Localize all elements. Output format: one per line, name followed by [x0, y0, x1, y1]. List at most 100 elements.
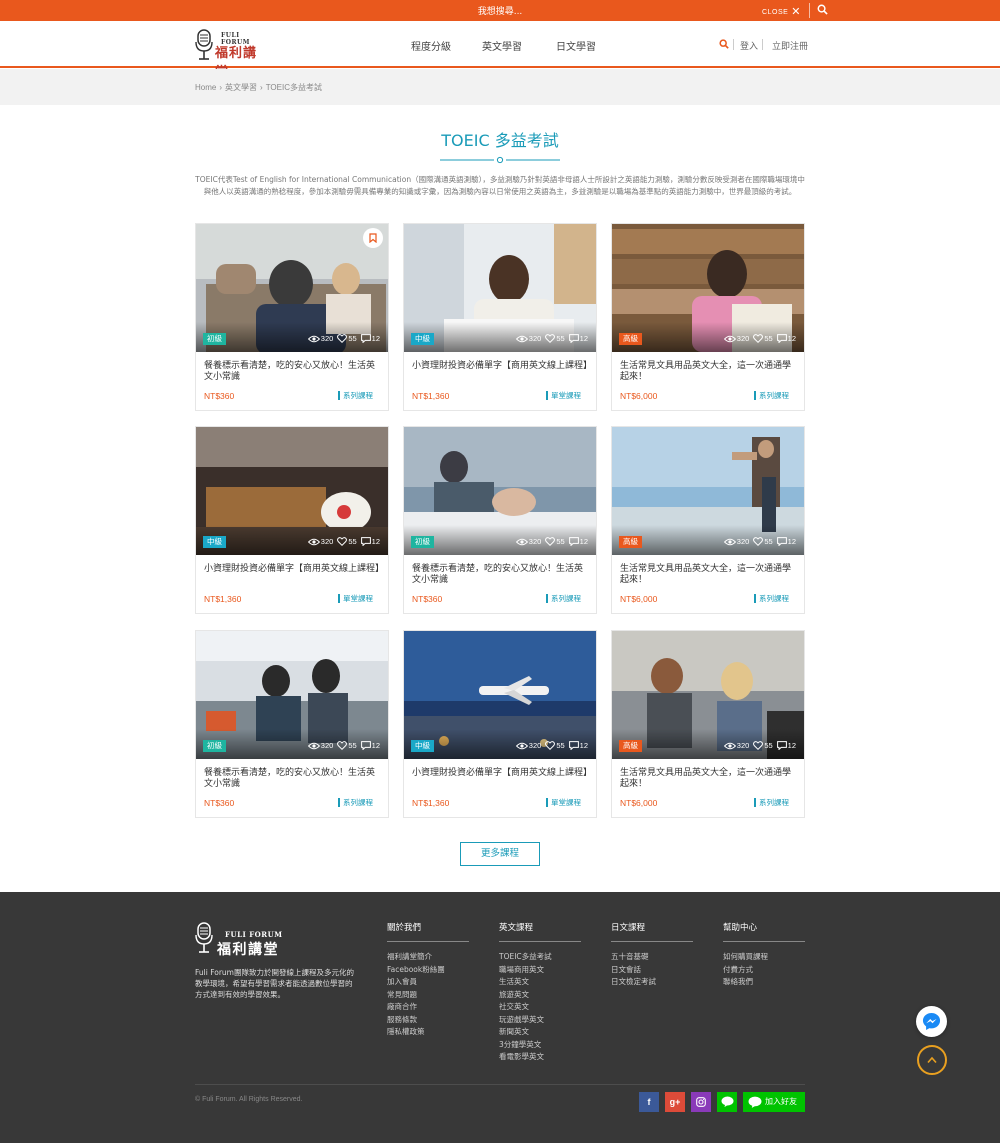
footer-link[interactable]: 日文會話 [611, 964, 693, 977]
footer-link[interactable]: 3分鐘學英文 [499, 1039, 581, 1052]
level-badge: 高級 [619, 333, 642, 345]
course-card[interactable]: 中級 320 55 12 小資理財投資必備單字【商用英文線上課程】 NT$1,360 單堂課… [195, 426, 389, 614]
microphone-icon [195, 29, 213, 60]
nav-english[interactable]: 英文學習 [482, 38, 522, 53]
nav-japanese[interactable]: 日文學習 [556, 38, 596, 53]
breadcrumb-english[interactable]: 英文學習 [225, 83, 257, 92]
level-badge: 中級 [411, 740, 434, 752]
heart-icon [337, 741, 348, 751]
footer-link[interactable]: 加入會員 [387, 976, 469, 989]
course-title[interactable]: 生活常見文具用品英文大全，這一次通通學起來！ [620, 564, 796, 586]
back-to-top-button[interactable] [917, 1045, 947, 1075]
close-search-button[interactable]: CLOSE ✕ [762, 5, 801, 18]
messenger-icon[interactable] [916, 1006, 947, 1037]
header-divider [762, 39, 763, 50]
search-icon[interactable] [817, 4, 828, 15]
course-title[interactable]: 餐養標示看清楚，吃的安心又放心！生活英文小常識 [412, 564, 588, 586]
eye-icon [515, 335, 528, 343]
footer-logo[interactable]: FULI FORUM 福利講堂 [195, 919, 285, 958]
course-title[interactable]: 小資理財投資必備單字【商用英文線上課程】 [412, 768, 592, 779]
footer-column-title: 日文課程 [611, 921, 693, 942]
footer-link[interactable]: 新聞英文 [499, 1026, 581, 1039]
level-badge: 初級 [203, 740, 226, 752]
line-add-friend-button[interactable]: 加入好友 [743, 1092, 805, 1112]
level-badge: 初級 [203, 333, 226, 345]
comment-count: 12 [371, 334, 380, 343]
bookmark-button[interactable] [363, 228, 383, 248]
course-card[interactable]: 高級 320 55 12 生活常見文具用品英文大全，這一次通通學起來！ NT$6,000 系… [611, 223, 805, 411]
top-search-bar: 我想搜尋... CLOSE ✕ [0, 0, 1000, 21]
line-icon[interactable] [717, 1092, 737, 1112]
footer-link[interactable]: 福利講堂簡介 [387, 951, 469, 964]
course-stats: 320 55 12 [307, 536, 380, 548]
breadcrumb-separator: › [260, 83, 263, 92]
eye-icon [515, 742, 528, 750]
course-card[interactable]: 中級 320 55 12 小資理財投資必備單字【商用英文線上課程】 NT$1,360 單堂課… [403, 630, 597, 818]
course-stats: 320 55 12 [307, 333, 380, 345]
login-link[interactable]: 登入 [740, 39, 758, 52]
instagram-icon[interactable] [691, 1092, 711, 1112]
course-price: NT$6,000 [620, 391, 658, 401]
footer-link[interactable]: 生活英文 [499, 976, 581, 989]
course-card[interactable]: 初級 320 55 12 餐養標示看清楚，吃的安心又放心！生活英文小常識 NT$360 系列… [403, 426, 597, 614]
footer-link[interactable]: 如何購買課程 [723, 951, 805, 964]
course-card[interactable]: 初級 320 55 12 餐養標示看清楚，吃的安心又放心！生活英文小常識 NT$360 系列… [195, 223, 389, 411]
footer-divider [195, 1084, 805, 1085]
course-type-tag: 系列課程 [546, 594, 581, 603]
course-stats: 320 55 12 [307, 740, 380, 752]
course-price: NT$360 [204, 798, 235, 808]
footer-link[interactable]: 聯絡我們 [723, 976, 805, 989]
comment-icon [568, 334, 579, 344]
comment-icon [776, 741, 787, 751]
course-title[interactable]: 生活常見文具用品英文大全，這一次通通學起來！ [620, 768, 796, 790]
footer-link[interactable]: 日文檢定考試 [611, 976, 693, 989]
course-title[interactable]: 生活常見文具用品英文大全，這一次通通學起來！ [620, 361, 796, 383]
comment-icon [568, 537, 579, 547]
level-badge: 初級 [411, 536, 434, 548]
course-card[interactable]: 初級 320 55 12 餐養標示看清楚，吃的安心又放心！生活英文小常識 NT$360 系列… [195, 630, 389, 818]
footer-link[interactable]: 隱私權政策 [387, 1026, 469, 1039]
footer-link[interactable]: 廠商合作 [387, 1001, 469, 1014]
course-card[interactable]: 高級 320 55 12 生活常見文具用品英文大全，這一次通通學起來！ NT$6,000 系… [611, 426, 805, 614]
footer-link[interactable]: 常見問題 [387, 989, 469, 1002]
more-courses-button[interactable]: 更多課程 [460, 842, 540, 866]
heart-icon [753, 334, 764, 344]
course-card[interactable]: 高級 320 55 12 生活常見文具用品英文大全，這一次通通學起來！ NT$6,000 系… [611, 630, 805, 818]
course-title[interactable]: 小資理財投資必備單字【商用英文線上課程】 [412, 361, 592, 372]
course-type-tag: 系列課程 [754, 391, 789, 400]
footer-column-title: 幫助中心 [723, 921, 805, 942]
footer-link[interactable]: 社交英文 [499, 1001, 581, 1014]
header-divider [733, 39, 734, 50]
comment-count: 12 [579, 334, 588, 343]
heart-icon [753, 537, 764, 547]
footer-link[interactable]: TOEIC多益考試 [499, 951, 581, 964]
course-title[interactable]: 小資理財投資必備單字【商用英文線上課程】 [204, 564, 384, 575]
heart-icon [337, 334, 348, 344]
eye-icon [723, 538, 736, 546]
heart-icon [545, 741, 556, 751]
course-stats: 320 55 12 [515, 740, 588, 752]
course-card[interactable]: 中級 320 55 12 小資理財投資必備單字【商用英文線上課程】 NT$1,360 單堂課… [403, 223, 597, 411]
site-logo[interactable]: FULI FORUM 福利講堂 [195, 29, 270, 80]
search-input[interactable]: 我想搜尋... [0, 4, 1000, 17]
course-title[interactable]: 餐養標示看清楚，吃的安心又放心！生活英文小常識 [204, 768, 380, 790]
footer-column-about: 關於我們 福利講堂簡介 Facebook粉絲團 加入會員 常見問題 廠商合作 服務條款 隱私… [387, 921, 469, 1039]
breadcrumb-bar: Home › 英文學習 › TOEIC多益考試 [0, 69, 1000, 105]
course-title[interactable]: 餐養標示看清楚，吃的安心又放心！生活英文小常識 [204, 361, 380, 383]
footer-link[interactable]: 五十音基礎 [611, 951, 693, 964]
footer-link[interactable]: 看電影學英文 [499, 1051, 581, 1064]
register-link[interactable]: 立即注冊 [772, 39, 808, 52]
breadcrumb-home[interactable]: Home [195, 83, 216, 92]
level-label: 高級 [623, 334, 638, 343]
footer-link[interactable]: 旅遊英文 [499, 989, 581, 1002]
footer-link[interactable]: Facebook粉絲團 [387, 964, 469, 977]
nav-level[interactable]: 程度分級 [411, 38, 451, 53]
google-plus-icon[interactable]: g+ [665, 1092, 685, 1112]
header-search-icon[interactable] [719, 39, 729, 49]
footer-link[interactable]: 玩遊戲學英文 [499, 1014, 581, 1027]
course-price: NT$1,360 [412, 391, 450, 401]
footer-link[interactable]: 職場商用英文 [499, 964, 581, 977]
footer-link[interactable]: 付費方式 [723, 964, 805, 977]
facebook-icon[interactable]: f [639, 1092, 659, 1112]
footer-link[interactable]: 服務條款 [387, 1014, 469, 1027]
